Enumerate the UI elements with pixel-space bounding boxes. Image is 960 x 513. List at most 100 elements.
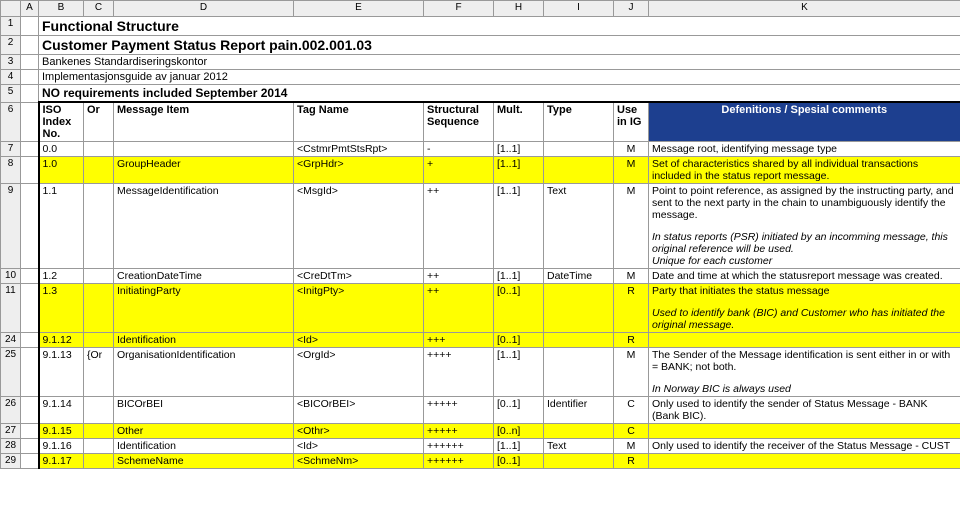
cell-tag: <Id> (294, 439, 424, 454)
cell-item: GroupHeader (114, 157, 294, 184)
cell-iso: 1.2 (39, 269, 84, 284)
cell-type (544, 424, 614, 439)
cell-use: M (614, 348, 649, 397)
table-row: 9 1.1 MessageIdentification <MsgId> ++ [… (1, 184, 960, 269)
cell-def: Message root, identifying message type (649, 142, 960, 157)
cell-def: Set of characteristics shared by all ind… (649, 157, 960, 184)
cell-or (84, 157, 114, 184)
col-header: E (294, 1, 424, 17)
cell-item: CreationDateTime (114, 269, 294, 284)
col-header: D (114, 1, 294, 17)
cell-use: R (614, 333, 649, 348)
cell-mult: [1..1] (494, 439, 544, 454)
cell-item: Other (114, 424, 294, 439)
cell-item (114, 142, 294, 157)
col-header: J (614, 1, 649, 17)
table-row: 8 1.0 GroupHeader <GrpHdr> + [1..1] M Se… (1, 157, 960, 184)
cell-item: InitiatingParty (114, 284, 294, 333)
cell-use: M (614, 142, 649, 157)
cell-or (84, 454, 114, 469)
cell-mult: [0..1] (494, 333, 544, 348)
cell-use: R (614, 284, 649, 333)
cell-iso: 9.1.17 (39, 454, 84, 469)
table-row: 11 1.3 InitiatingParty <InitgPty> ++ [0.… (1, 284, 960, 333)
cell-seq: +++ (424, 333, 494, 348)
cell-type (544, 333, 614, 348)
cell-iso: 1.3 (39, 284, 84, 333)
cell-def: Date and time at which the statusreport … (649, 269, 960, 284)
cell-or (84, 439, 114, 454)
cell-item: Identification (114, 333, 294, 348)
cell-type: DateTime (544, 269, 614, 284)
cell-seq: +++++ (424, 397, 494, 424)
cell-def: The Sender of the Message identification… (649, 348, 960, 397)
col-header (1, 1, 21, 17)
cell-def: Party that initiates the status messageU… (649, 284, 960, 333)
cell-seq: - (424, 142, 494, 157)
cell-or (84, 424, 114, 439)
table-row: 27 9.1.15 Other <Othr> +++++ [0..n] C (1, 424, 960, 439)
cell-or: {Or (84, 348, 114, 397)
cell-type: Identifier (544, 397, 614, 424)
cell-item: SchemeName (114, 454, 294, 469)
cell-tag: <CreDtTm> (294, 269, 424, 284)
cell-seq: ++++ (424, 348, 494, 397)
cell-iso: 9.1.13 (39, 348, 84, 397)
cell-def (649, 454, 960, 469)
table-row: 28 9.1.16 Identification <Id> ++++++ [1.… (1, 439, 960, 454)
cell-tag: <OrgId> (294, 348, 424, 397)
cell-iso: 0.0 (39, 142, 84, 157)
cell-item: OrganisationIdentification (114, 348, 294, 397)
cell-use: R (614, 454, 649, 469)
cell-seq: ++ (424, 269, 494, 284)
cell-type (544, 348, 614, 397)
cell-seq: + (424, 157, 494, 184)
cell-iso: 9.1.16 (39, 439, 84, 454)
cell-type: Text (544, 184, 614, 269)
cell-use: M (614, 184, 649, 269)
cell-mult: [1..1] (494, 269, 544, 284)
cell-tag: <GrpHdr> (294, 157, 424, 184)
cell-or (84, 269, 114, 284)
preamble: Implementasjonsguide av januar 2012 (39, 70, 960, 85)
cell-mult: [1..1] (494, 142, 544, 157)
cell-type (544, 454, 614, 469)
cell-mult: [0..1] (494, 397, 544, 424)
cell-item: BICOrBEI (114, 397, 294, 424)
cell-tag: <MsgId> (294, 184, 424, 269)
cell-mult: [1..1] (494, 157, 544, 184)
spreadsheet: ABCDEFHIJK 1Functional Structure2Custome… (0, 0, 960, 469)
col-header: H (494, 1, 544, 17)
table-row: 25 9.1.13 {Or OrganisationIdentification… (1, 348, 960, 397)
preamble: Bankenes Standardiseringskontor (39, 55, 960, 70)
cell-def (649, 424, 960, 439)
cell-def: Point to point reference, as assigned by… (649, 184, 960, 269)
cell-use: M (614, 269, 649, 284)
col-header: C (84, 1, 114, 17)
cell-mult: [0..1] (494, 284, 544, 333)
cell-def: Only used to identify the sender of Stat… (649, 397, 960, 424)
cell-tag: <InitgPty> (294, 284, 424, 333)
cell-iso: 1.0 (39, 157, 84, 184)
preamble: NO requirements included September 2014 (39, 85, 960, 103)
col-header: K (649, 1, 960, 17)
table-row: 24 9.1.12 Identification <Id> +++ [0..1]… (1, 333, 960, 348)
cell-mult: [1..1] (494, 348, 544, 397)
cell-mult: [0..n] (494, 424, 544, 439)
col-header: B (39, 1, 84, 17)
cell-use: C (614, 397, 649, 424)
cell-or (84, 333, 114, 348)
cell-seq: +++++ (424, 424, 494, 439)
cell-or (84, 184, 114, 269)
cell-type (544, 142, 614, 157)
cell-seq: ++ (424, 184, 494, 269)
cell-type (544, 157, 614, 184)
cell-or (84, 397, 114, 424)
cell-tag: <BICOrBEI> (294, 397, 424, 424)
table-row: 26 9.1.14 BICOrBEI <BICOrBEI> +++++ [0..… (1, 397, 960, 424)
col-header: A (21, 1, 39, 17)
cell-tag: <Othr> (294, 424, 424, 439)
cell-def: Only used to identify the receiver of th… (649, 439, 960, 454)
cell-iso: 9.1.14 (39, 397, 84, 424)
cell-use: M (614, 439, 649, 454)
